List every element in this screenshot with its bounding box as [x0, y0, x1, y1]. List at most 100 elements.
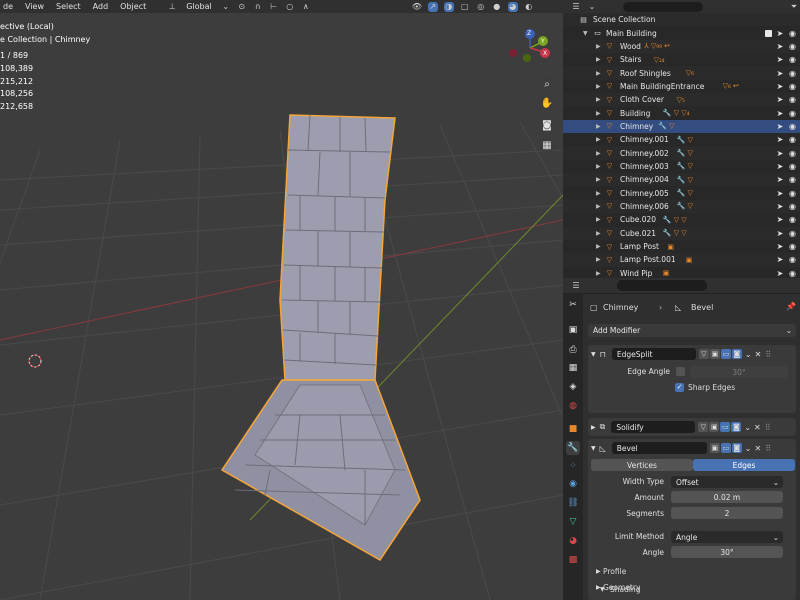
menu-object[interactable]: Object [117, 2, 149, 11]
expand-triangle-icon[interactable]: ▶ [596, 256, 601, 263]
3d-viewport[interactable]: de View Select Add Object ⊥ Global ⌄ ⊙ ∩… [0, 0, 563, 600]
view-layer-tab-icon[interactable]: ▦ [566, 361, 580, 375]
expand-triangle-icon[interactable]: ▶ [596, 110, 601, 117]
eye-icon[interactable]: ◉ [788, 109, 797, 118]
collapse-triangle-icon[interactable]: ▼ [591, 445, 596, 452]
falloff-curve-icon[interactable]: ∧ [301, 2, 311, 12]
edit-mode-toggle-icon[interactable]: ▽ [698, 349, 709, 359]
realtime-toggle-icon[interactable]: ▭ [720, 443, 731, 453]
outliner-object-row[interactable]: ▶ ▽ Wind Pip ▣ ➤ ◉ [563, 267, 800, 278]
drag-handle-icon[interactable]: ⠿ [765, 423, 771, 432]
profile-section[interactable]: Profile [603, 567, 626, 576]
expand-triangle-icon[interactable]: ▶ [596, 216, 601, 223]
tab-edges[interactable]: Edges [693, 459, 795, 471]
solidify-name-field[interactable]: Solidify [611, 421, 696, 433]
expand-triangle-icon[interactable]: ▶ [596, 150, 601, 157]
outliner-object-row[interactable]: ▶ ▽ Cube.020 🔧 ▽ ▽ ➤ ◉ [563, 213, 800, 226]
filter-icon[interactable]: ⏷ [789, 2, 799, 12]
outliner-object-row[interactable]: ▶ ▽ Stairs ▽₂₄ ➤ ◉ [563, 53, 800, 66]
close-icon[interactable]: ✕ [755, 350, 762, 359]
add-modifier-dropdown[interactable]: Add Modifier ⌄ [588, 324, 796, 337]
shading-rendered-icon[interactable]: ◐ [524, 2, 534, 12]
outliner-object-row[interactable]: ▶ ▽ Chimney.005 🔧 ▽ ➤ ◉ [563, 186, 800, 199]
shading-material-icon[interactable]: ◕ [507, 1, 518, 12]
perspective-grid-icon[interactable]: ▦ [539, 137, 555, 153]
pivot-icon[interactable]: ⊙ [237, 2, 247, 12]
select-arrow-icon[interactable]: ➤ [776, 242, 784, 251]
menu-view[interactable]: View [22, 2, 47, 11]
tool-tab-icon[interactable]: ✂ [566, 298, 580, 312]
on-cage-toggle-icon[interactable]: ▣ [709, 422, 720, 432]
eye-icon[interactable]: ◉ [788, 202, 797, 211]
on-cage-toggle-icon[interactable]: ▣ [709, 443, 720, 453]
close-icon[interactable]: ✕ [754, 444, 761, 453]
outliner-object-row[interactable]: ▶ ▽ Lamp Post.001 ▣ ➤ ◉ [563, 253, 800, 267]
editor-type-icon[interactable]: ☰ [571, 281, 581, 291]
select-arrow-icon[interactable]: ➤ [776, 269, 784, 278]
select-arrow-icon[interactable]: ➤ [776, 215, 784, 224]
physics-tab-icon[interactable]: ◉ [566, 477, 580, 491]
drag-handle-icon[interactable]: ⠿ [765, 350, 771, 359]
menu-select[interactable]: Select [53, 2, 84, 11]
snap-increment-icon[interactable]: ⊢ [269, 2, 279, 12]
select-arrow-icon[interactable]: ➤ [776, 29, 784, 38]
particles-tab-icon[interactable]: ⁘ [566, 459, 580, 473]
shading-solid-icon[interactable]: ● [492, 2, 502, 12]
gizmo-toggle-icon[interactable]: ↗ [427, 1, 438, 12]
eye-icon[interactable]: ◉ [788, 215, 797, 224]
proportional-edit-icon[interactable]: ○ [285, 2, 295, 12]
chevron-down-icon[interactable]: ⌄ [745, 350, 752, 359]
outliner-object-row[interactable]: ▶ ▽ Cube.021 🔧 ▽ ▽ ➤ ◉ [563, 226, 800, 240]
expand-triangle-icon[interactable]: ▶ [596, 190, 601, 197]
visibility-icon[interactable]: 👁 [412, 2, 422, 12]
edgesplit-name-field[interactable]: EdgeSplit [611, 348, 696, 360]
select-arrow-icon[interactable]: ➤ [776, 55, 784, 64]
outliner-object-row[interactable]: ▶ ▽ Chimney.004 🔧 ▽ ➤ ◉ [563, 173, 800, 187]
expand-triangle-icon[interactable]: ▶ [596, 243, 601, 250]
amount-field[interactable]: 0.02 m [671, 491, 783, 503]
render-toggle-icon[interactable]: ◙ [731, 422, 742, 432]
expand-triangle-icon[interactable]: ▶ [596, 123, 601, 130]
menu-mode[interactable]: de [0, 2, 16, 11]
outliner[interactable]: ☰ ⌄ ⏷ ▤ Scene Collection ▼ ▭ Main Buildi… [563, 0, 800, 278]
eye-icon[interactable]: ◉ [788, 69, 797, 78]
expand-triangle-icon[interactable]: ▶ [596, 70, 601, 77]
expand-triangle-icon[interactable]: ▶ [596, 163, 601, 170]
limit-method-dropdown[interactable]: Angle ⌄ [671, 531, 783, 543]
expand-triangle-icon[interactable]: ▶ [596, 43, 601, 50]
material-tab-icon[interactable]: ◕ [566, 534, 580, 548]
scene-tab-icon[interactable]: ◈ [566, 380, 580, 394]
collapse-triangle-icon[interactable]: ▼ [591, 351, 596, 358]
eye-icon[interactable]: ◉ [788, 242, 797, 251]
world-tab-icon[interactable]: ◍ [566, 399, 580, 413]
eye-icon[interactable]: ◉ [788, 269, 797, 278]
outliner-object-row[interactable]: ▶ ▽ Main BuildingEntrance ▽₆ ↩ ➤ ◉ [563, 80, 800, 93]
expand-triangle-icon[interactable]: ▶ [596, 56, 601, 63]
eye-icon[interactable]: ◉ [788, 55, 797, 64]
select-arrow-icon[interactable]: ➤ [776, 229, 784, 238]
outliner-object-row[interactable]: ▶ ▽ Chimney 🔧 ▽ ➤ ◉ [563, 119, 800, 134]
bevel-name-field[interactable]: Bevel [611, 442, 707, 454]
chevron-down-icon[interactable]: ⌄ [745, 444, 752, 453]
render-toggle-icon[interactable]: ◙ [731, 443, 742, 453]
outliner-object-row[interactable]: ▶ ▽ Cloth Cover ▽₅ ➤ ◉ [563, 93, 800, 107]
render-tab-icon[interactable]: ▣ [566, 323, 580, 337]
select-arrow-icon[interactable]: ➤ [776, 162, 784, 171]
chevron-down-icon[interactable]: ⌄ [221, 2, 231, 12]
expand-triangle-icon[interactable]: ▶ [596, 203, 601, 210]
eye-icon[interactable]: ◉ [788, 42, 797, 51]
select-arrow-icon[interactable]: ➤ [776, 202, 784, 211]
texture-tab-icon[interactable]: ▩ [566, 553, 580, 567]
pan-hand-icon[interactable]: ✋ [539, 95, 555, 111]
outliner-object-row[interactable]: ▶ ▽ Chimney.002 🔧 ▽ ➤ ◉ [563, 146, 800, 160]
data-tab-icon[interactable]: ▽ [566, 515, 580, 529]
eye-icon[interactable]: ◉ [788, 95, 797, 104]
edge-angle-field[interactable]: 30° [690, 366, 788, 378]
outliner-object-row[interactable]: ▶ ▽ Chimney.001 🔧 ▽ ➤ ◉ [563, 133, 800, 146]
eye-icon[interactable]: ◉ [788, 122, 797, 131]
expand-triangle-icon[interactable]: ▶ [596, 176, 601, 183]
render-toggle-icon[interactable]: ◙ [731, 349, 742, 359]
expand-triangle-icon[interactable]: ▶ [596, 568, 601, 575]
transform-orientation-dropdown[interactable]: Global [183, 2, 215, 11]
edge-angle-checkbox[interactable] [676, 367, 685, 376]
